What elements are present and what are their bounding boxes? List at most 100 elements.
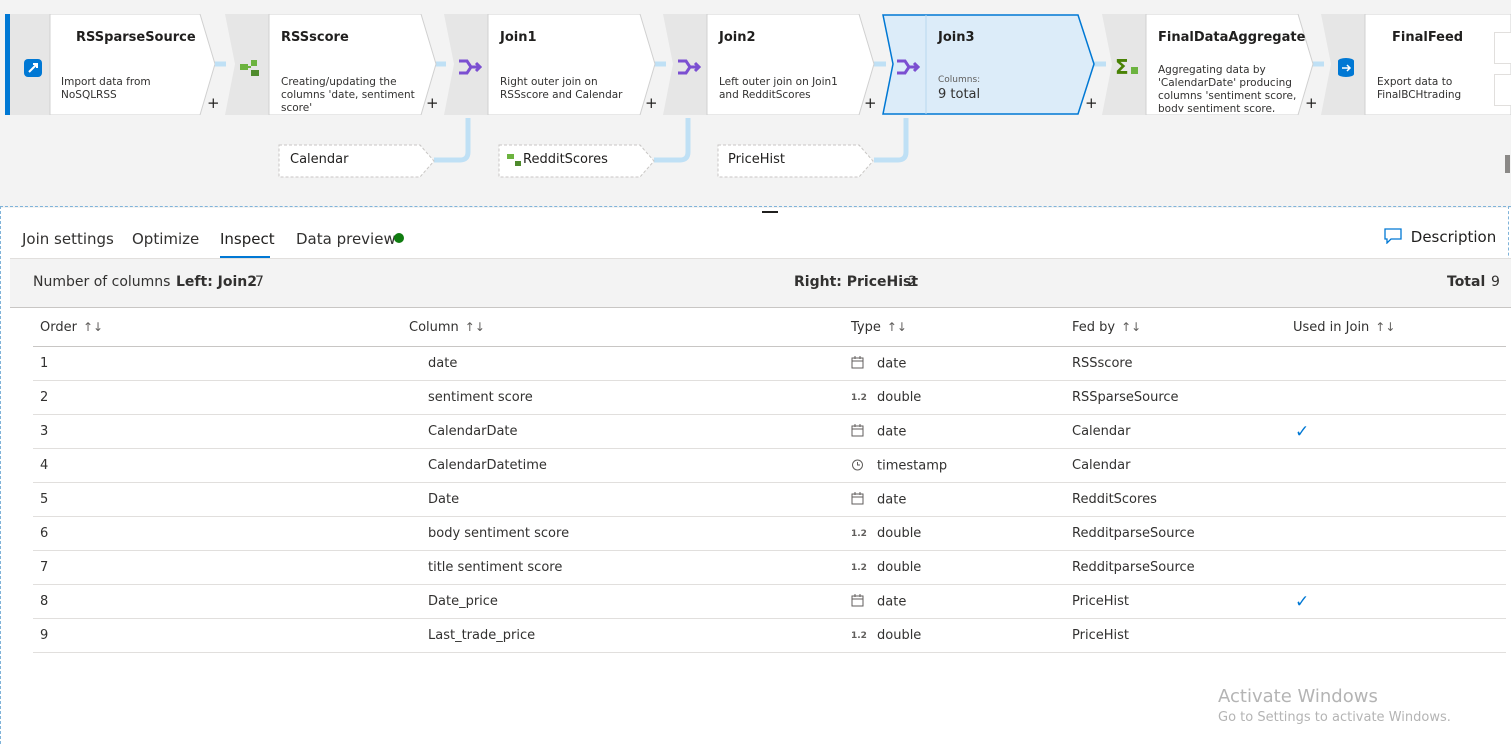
- description-button[interactable]: Description: [1384, 228, 1496, 246]
- cell-used-in-join: [1293, 448, 1506, 483]
- tab-optimize[interactable]: Optimize: [132, 230, 199, 248]
- splitter-grip[interactable]: [762, 211, 778, 213]
- node-finaldataaggregate[interactable]: Σ FinalDataAggregate Aggregating data by…: [1102, 14, 1318, 115]
- canvas-scrollbar[interactable]: [1505, 155, 1510, 173]
- sort-icon[interactable]: ↑↓: [1121, 320, 1141, 334]
- node-join2[interactable]: Join2 Left outer join on Join1 and Reddi…: [663, 14, 877, 115]
- add-transform-button[interactable]: +: [207, 94, 220, 112]
- cell-order: 9: [33, 618, 409, 653]
- cell-fed-by: RedditScores: [1072, 482, 1293, 517]
- cell-type: date: [851, 482, 1072, 517]
- add-transform-button[interactable]: +: [645, 94, 658, 112]
- node-description: Export data to FinalBCHtrading: [1377, 76, 1462, 101]
- add-control-button[interactable]: [1494, 74, 1511, 106]
- header-fed-by[interactable]: Fed by ↑↓: [1072, 309, 1293, 347]
- header-type[interactable]: Type ↑↓: [851, 309, 1072, 347]
- header-order[interactable]: Order ↑↓: [33, 309, 409, 347]
- cell-column-name: CalendarDatetime: [409, 448, 851, 483]
- type-label: timestamp: [877, 458, 948, 473]
- header-label: Fed by: [1072, 320, 1116, 335]
- add-transform-button[interactable]: +: [1305, 94, 1318, 112]
- description-label: Description: [1410, 228, 1497, 246]
- table-row[interactable]: 8 Date_price date PriceHist ✓: [33, 584, 1506, 619]
- node-rssscore[interactable]: RSSscore Creating/updating the columns '…: [225, 14, 439, 115]
- panel-border: [1508, 206, 1509, 266]
- node-rssparsesource[interactable]: RSSparseSource Import data from NoSQLRSS…: [10, 14, 220, 115]
- columns-summary-bar: Number of columns Left: Join2 7 Right: P…: [10, 258, 1511, 308]
- cell-type: date: [851, 584, 1072, 619]
- table-header-row: Order ↑↓ Column ↑↓ Type ↑↓ Fed by ↑↓ Used in…: [33, 309, 1506, 347]
- node-join1[interactable]: Join1 Right outer join on RSSscore and C…: [444, 14, 658, 115]
- inspect-columns-table: Order ↑↓ Column ↑↓ Type ↑↓ Fed by ↑↓ Used in…: [33, 309, 1506, 653]
- sort-icon[interactable]: ↑↓: [83, 320, 103, 334]
- calendar-icon: [851, 593, 877, 610]
- add-transform-button[interactable]: +: [864, 94, 877, 112]
- node-description: Import data from NoSQLRSS: [61, 76, 151, 101]
- cell-column-name: date: [409, 346, 851, 381]
- sort-icon[interactable]: ↑↓: [465, 320, 485, 334]
- node-finalfeed[interactable]: FinalFeed Export data to FinalBCHtrading: [1321, 14, 1511, 115]
- database-source-icon: [20, 54, 46, 80]
- table-row[interactable]: 3 CalendarDate date Calendar ✓: [33, 414, 1506, 449]
- summary-left-label: Left: Join2: [176, 274, 258, 290]
- checkmark-icon: ✓: [1295, 421, 1310, 442]
- cell-order: 1: [33, 346, 409, 381]
- sort-icon[interactable]: ↑↓: [1375, 320, 1395, 334]
- table-row[interactable]: 1 date date RSSscore: [33, 346, 1506, 381]
- add-transform-button[interactable]: +: [426, 94, 439, 112]
- tab-data-preview[interactable]: Data preview: [296, 230, 396, 248]
- summary-left-value: 7: [255, 274, 264, 290]
- cell-column-name: Date_price: [409, 584, 851, 619]
- derived-column-icon: [237, 54, 263, 80]
- node-title: Join3: [938, 30, 975, 45]
- table-row[interactable]: 6 body sentiment score 1.2 double Redditpars…: [33, 516, 1506, 551]
- summary-total-label: Total: [1447, 274, 1486, 290]
- cell-fed-by: RSSscore: [1072, 346, 1293, 381]
- type-label: date: [877, 356, 907, 371]
- status-dot-icon: [394, 233, 404, 243]
- summary-label: Number of columns: [33, 274, 171, 290]
- node-description: Creating/updating the columns 'date, sen…: [281, 76, 415, 114]
- number-type-icon: 1.2: [851, 528, 867, 539]
- sort-icon[interactable]: ↑↓: [887, 320, 907, 334]
- cell-used-in-join: [1293, 516, 1506, 551]
- cell-fed-by: PriceHist: [1072, 618, 1293, 653]
- join-icon: [894, 54, 921, 80]
- cell-fed-by: RedditparseSource: [1072, 550, 1293, 585]
- cell-fed-by: Calendar: [1072, 414, 1293, 449]
- table-row[interactable]: 5 Date date RedditScores: [33, 482, 1506, 517]
- cell-order: 5: [33, 482, 409, 517]
- table-row[interactable]: 7 title sentiment score 1.2 double Redditpar…: [33, 550, 1506, 585]
- tab-join-settings[interactable]: Join settings: [22, 230, 114, 248]
- table-row[interactable]: 2 sentiment score 1.2 double RSSparseSource: [33, 380, 1506, 415]
- data-flow-canvas[interactable]: RSSparseSource Import data from NoSQLRSS…: [0, 0, 1511, 208]
- sub-node-pricehist[interactable]: PriceHist: [717, 144, 875, 178]
- sub-node-calendar[interactable]: Calendar: [278, 144, 436, 178]
- table-row[interactable]: 9 Last_trade_price 1.2 double PriceHist: [33, 618, 1506, 653]
- node-title: Join1: [500, 30, 537, 45]
- add-transform-button[interactable]: +: [1085, 94, 1098, 112]
- node-title: FinalFeed: [1392, 30, 1464, 45]
- cell-fed-by: RedditparseSource: [1072, 516, 1293, 551]
- node-join3-selected[interactable]: Join3 Columns: 9 total +: [882, 14, 1098, 115]
- node-columns-label: Columns:: [938, 75, 981, 85]
- header-used-in-join[interactable]: Used in Join ↑↓: [1293, 309, 1506, 347]
- cell-order: 8: [33, 584, 409, 619]
- table-row[interactable]: 4 CalendarDatetime timestamp Calendar: [33, 448, 1506, 483]
- cell-column-name: body sentiment score: [409, 516, 851, 551]
- zoom-control-button[interactable]: [1494, 32, 1511, 64]
- cell-type: date: [851, 414, 1072, 449]
- node-columns-value: 9 total: [938, 87, 981, 102]
- number-type-icon: 1.2: [851, 392, 867, 403]
- cell-column-name: Last_trade_price: [409, 618, 851, 653]
- cell-column-name: CalendarDate: [409, 414, 851, 449]
- cell-type: date: [851, 346, 1072, 381]
- node-title: RSSparseSource: [76, 30, 196, 45]
- activate-windows-watermark: Activate Windows Go to Settings to activ…: [1218, 686, 1451, 725]
- cell-type: 1.2 double: [851, 380, 1072, 415]
- panel-splitter[interactable]: [0, 206, 1511, 207]
- header-column[interactable]: Column ↑↓: [409, 309, 851, 347]
- sub-node-redditscores[interactable]: RedditScores: [498, 144, 656, 178]
- cell-type: 1.2 double: [851, 516, 1072, 551]
- tab-inspect[interactable]: Inspect: [220, 230, 275, 248]
